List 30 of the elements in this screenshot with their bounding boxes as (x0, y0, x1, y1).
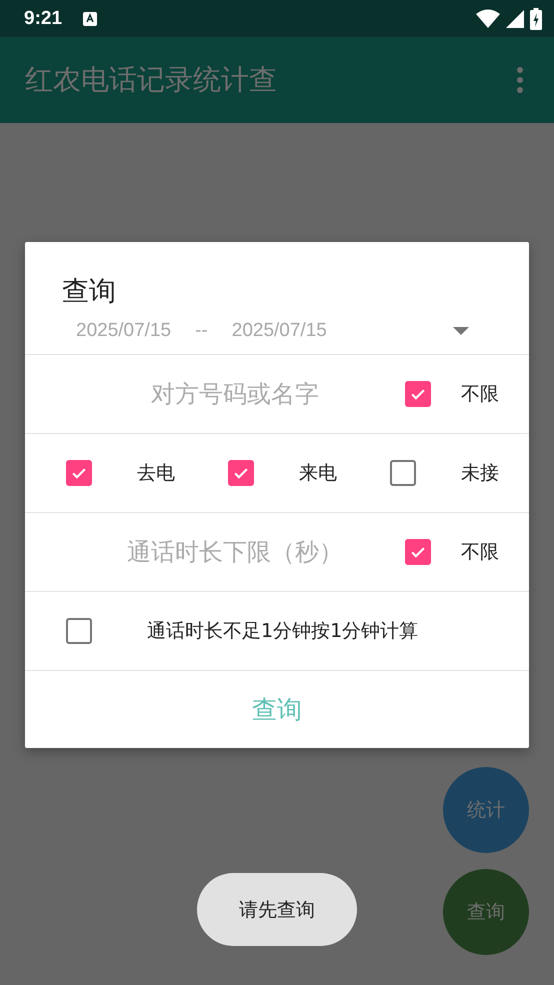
dropdown-caret-icon[interactable] (453, 327, 469, 335)
floating-button[interactable]: 统计 (443, 767, 529, 853)
checkbox-label: 未接 (461, 461, 499, 486)
floating-button[interactable]: 查询 (443, 869, 529, 955)
checkbox[interactable] (66, 618, 92, 644)
overflow-menu-icon[interactable] (516, 66, 524, 94)
duration-input-field[interactable]: 通话时长下限（秒） (65, 537, 405, 567)
checkbox[interactable] (405, 539, 431, 565)
start-date[interactable]: 2025/07/15 (76, 320, 172, 342)
contact-input-field[interactable]: 对方号码或名字 (65, 379, 405, 409)
keyboard-icon (82, 10, 98, 26)
checkbox-label: 去电 (137, 461, 175, 486)
checkbox[interactable] (390, 460, 416, 486)
end-date[interactable]: 2025/07/15 (232, 320, 327, 342)
app-title: 红农电话记录统计查 (25, 62, 277, 98)
checkbox-label: 来电 (299, 461, 337, 486)
checkbox-label: 不限 (461, 382, 499, 407)
checkbox[interactable] (228, 460, 254, 486)
checkbox-label: 不限 (461, 540, 499, 565)
battery-icon (530, 8, 542, 30)
checkbox[interactable] (405, 381, 431, 407)
date-separator: -- (195, 320, 208, 342)
status-time: 9:21 (24, 8, 62, 30)
checkbox[interactable] (66, 460, 92, 486)
toast-message: 请先查询 (197, 873, 357, 946)
checkbox-label: 通话时长不足1分钟按1分钟计算 (147, 619, 418, 644)
signal-icon (506, 10, 524, 28)
query-button[interactable]: 查询 (25, 670, 529, 748)
dialog-title: 查询 (61, 275, 117, 309)
wifi-icon (476, 8, 500, 28)
